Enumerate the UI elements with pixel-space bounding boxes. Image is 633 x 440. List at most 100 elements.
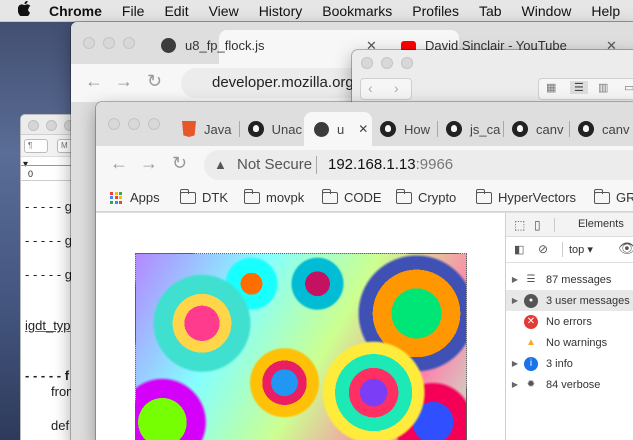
tab-title: canv: [536, 121, 564, 137]
editor-line: - - - - - g: [25, 199, 72, 214]
device-toolbar-icon[interactable]: ▯: [534, 218, 541, 232]
expand-triangle-icon[interactable]: ▶: [506, 275, 518, 284]
zoom-window-button[interactable]: [148, 118, 160, 130]
bookmark-folder-gr[interactable]: GR: [593, 188, 633, 205]
menu-view[interactable]: View: [209, 3, 239, 19]
expand-triangle-icon[interactable]: ▶: [506, 359, 518, 368]
bookmark-folder-crypto[interactable]: Crypto: [395, 188, 456, 205]
expand-triangle-icon[interactable]: ▶: [506, 380, 518, 389]
forward-chevron-icon[interactable]: ›: [394, 80, 399, 96]
menu-window[interactable]: Window: [522, 3, 572, 19]
context-select[interactable]: top ▾: [569, 243, 593, 256]
minimize-window-button[interactable]: [128, 118, 140, 130]
bookmark-label: GR: [616, 190, 633, 205]
expand-triangle-icon[interactable]: ▶: [506, 296, 518, 305]
address-divider: [316, 156, 317, 174]
ruler-zero-label: 0: [28, 169, 34, 179]
gallery-view-icon[interactable]: ▭: [624, 81, 633, 94]
warning-icon: ▲: [526, 336, 536, 348]
forward-arrow-icon[interactable]: →: [140, 153, 158, 174]
editor-line: igdt_typ: [25, 318, 71, 333]
tab-active-page[interactable]: u ✕: [304, 112, 372, 146]
tab-canv-2[interactable]: canv: [570, 112, 633, 146]
bookmark-label: movpk: [266, 190, 305, 205]
icon-view-icon[interactable]: ▦: [546, 81, 556, 94]
console-filter-row[interactable]: ▶ ✹ 84 verbose: [506, 374, 633, 395]
bookmark-apps[interactable]: Apps: [110, 190, 160, 205]
minimize-window-button[interactable]: [103, 37, 115, 49]
bookmark-label: HyperVectors: [498, 190, 577, 205]
menu-tab[interactable]: Tab: [479, 3, 502, 19]
apple-menu-icon[interactable]: [17, 0, 31, 20]
menu-file[interactable]: File: [122, 3, 145, 19]
console-filter-row[interactable]: ✕ No errors: [506, 311, 633, 332]
tab-github-1[interactable]: Unac: [240, 112, 302, 146]
paragraph-style-select[interactable]: ¶: [24, 139, 48, 153]
menu-chrome[interactable]: Chrome: [49, 3, 102, 19]
info-icon: i: [524, 356, 538, 371]
menu-edit[interactable]: Edit: [164, 3, 188, 19]
github-icon: [248, 121, 264, 137]
address-text[interactable]: developer.mozilla.org: [212, 74, 354, 91]
clear-console-icon[interactable]: ⊘: [538, 242, 548, 256]
menu-history[interactable]: History: [259, 3, 303, 19]
reload-icon[interactable]: ↻: [147, 71, 162, 92]
eye-icon[interactable]: 👁: [618, 240, 633, 257]
divider: [562, 242, 563, 257]
zoom-window-button[interactable]: [401, 57, 413, 69]
back-chevron-icon[interactable]: ‹: [368, 80, 373, 96]
menu-profiles[interactable]: Profiles: [412, 3, 459, 19]
console-filter-label: 3 info: [546, 357, 573, 370]
back-arrow-icon[interactable]: ←: [110, 153, 128, 174]
page-content: [96, 213, 506, 440]
bookmark-folder-hypervectors[interactable]: HyperVectors: [475, 188, 577, 205]
reload-icon[interactable]: ↻: [172, 153, 187, 174]
zoom-window-button[interactable]: [123, 37, 135, 49]
github-icon: [578, 121, 594, 137]
tab-title: How: [404, 121, 431, 137]
minimize-window-button[interactable]: [46, 120, 57, 131]
user-icon: ●: [524, 293, 538, 308]
console-filter-row[interactable]: ▲ No warnings: [506, 332, 633, 353]
menu-help[interactable]: Help: [591, 3, 620, 19]
address-host: 192.168.1.13: [328, 156, 416, 173]
back-arrow-icon[interactable]: ←: [85, 71, 103, 92]
console-filter-row[interactable]: ▶ ☰ 87 messages: [506, 269, 633, 290]
tab-how[interactable]: How: [372, 112, 438, 146]
tab-canv-1[interactable]: canv: [504, 112, 570, 146]
gear-icon: ✹: [526, 378, 536, 390]
console-filter-label: 84 verbose: [546, 378, 601, 391]
tab-java[interactable]: Java: [174, 112, 240, 146]
tab-js-ca[interactable]: js_ca: [438, 112, 504, 146]
close-tab-icon[interactable]: ✕: [358, 122, 368, 136]
list-view-icon[interactable]: ☰: [570, 81, 588, 94]
address-text[interactable]: 192.168.1.13:9966: [328, 156, 453, 173]
not-secure-label[interactable]: Not Secure: [237, 156, 312, 173]
bookmark-folder-code[interactable]: CODE: [321, 188, 382, 205]
context-label: top: [569, 244, 585, 256]
inspect-element-icon[interactable]: ⬚: [514, 218, 525, 232]
globe-icon: [314, 121, 329, 137]
tab-strip: Java Unac u ✕ How js_ca canv canv: [96, 102, 633, 146]
menu-bookmarks[interactable]: Bookmarks: [322, 3, 392, 19]
animation-canvas[interactable]: [135, 253, 467, 440]
console-filter-row[interactable]: ▶ i 3 info: [506, 353, 633, 374]
close-window-button[interactable]: [361, 57, 373, 69]
github-icon: [446, 121, 462, 137]
forward-arrow-icon[interactable]: →: [115, 71, 133, 92]
column-view-icon[interactable]: ▥: [598, 81, 608, 94]
tab-elements[interactable]: Elements: [578, 218, 624, 230]
tab-title: js_ca: [470, 121, 501, 137]
finder-window: ‹ › ▦ ☰ ▥ ▭: [352, 50, 633, 110]
sidebar-toggle-icon[interactable]: ◧: [514, 243, 524, 256]
console-filter-label: 3 user messages: [546, 294, 630, 307]
warning-icon[interactable]: ▲: [214, 157, 227, 172]
console-filter-row[interactable]: ▶ ● 3 user messages: [506, 290, 633, 311]
bookmark-folder-dtk[interactable]: DTK: [179, 188, 228, 205]
minimize-window-button[interactable]: [381, 57, 393, 69]
devtools-tabbar: ⬚ ▯ Elements: [506, 213, 633, 237]
close-window-button[interactable]: [108, 118, 120, 130]
close-window-button[interactable]: [28, 120, 39, 131]
close-window-button[interactable]: [83, 37, 95, 49]
bookmark-folder-movpk[interactable]: movpk: [243, 188, 305, 205]
